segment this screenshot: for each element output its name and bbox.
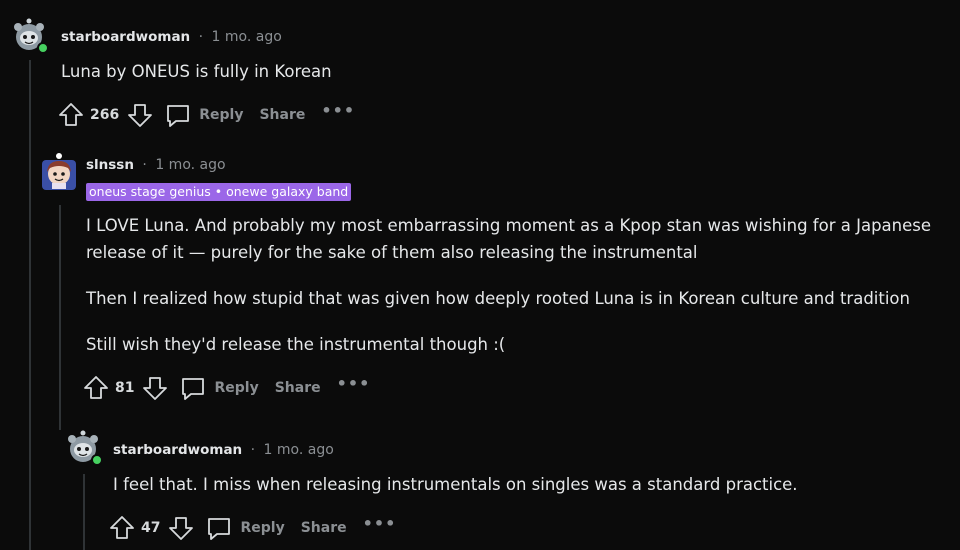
- reply-icon[interactable]: [180, 375, 206, 401]
- share-button[interactable]: Share: [301, 520, 347, 536]
- downvote-icon[interactable]: [168, 515, 194, 541]
- comment-body-paragraph: Then I realized how stupid that was give…: [86, 289, 910, 308]
- more-options-icon[interactable]: •••: [337, 376, 371, 392]
- share-button[interactable]: Share: [275, 380, 321, 396]
- snoo-avatar-icon: [42, 153, 76, 190]
- share-button[interactable]: Share: [259, 107, 305, 123]
- comment-meta: starboardwoman · 1 mo. ago: [113, 441, 334, 459]
- timestamp[interactable]: 1 mo. ago: [264, 442, 334, 458]
- username[interactable]: starboardwoman: [61, 29, 190, 45]
- comment-meta: slnssn · 1 mo. ago: [86, 156, 226, 174]
- comment-thread: starboardwoman · 1 mo. ago Luna by ONEUS…: [0, 0, 960, 550]
- avatar[interactable]: [10, 16, 48, 54]
- comment-body-paragraph: I feel that. I miss when releasing instr…: [113, 475, 798, 494]
- reply-button[interactable]: Reply: [199, 107, 243, 123]
- avatar[interactable]: [64, 428, 102, 466]
- comment-body-paragraph: Luna by ONEUS is fully in Korean: [61, 62, 332, 81]
- timestamp[interactable]: 1 mo. ago: [212, 29, 282, 45]
- reply-icon[interactable]: [165, 102, 191, 128]
- meta-separator: ·: [250, 442, 256, 458]
- upvote-icon[interactable]: [58, 102, 84, 128]
- thread-line[interactable]: [29, 60, 31, 550]
- meta-separator: ·: [142, 157, 147, 173]
- username[interactable]: starboardwoman: [113, 442, 242, 458]
- comment-body-paragraph: I LOVE Luna. And probably my most embarr…: [86, 216, 932, 235]
- reply-button[interactable]: Reply: [240, 520, 284, 536]
- user-flair: oneus stage genius • onewe galaxy band: [86, 183, 352, 201]
- meta-separator: ·: [198, 29, 204, 45]
- comment-actions: 266 Reply Share •••: [58, 101, 355, 129]
- snoo-avatar-icon: [68, 430, 102, 466]
- more-options-icon[interactable]: •••: [321, 103, 355, 119]
- comment-meta: starboardwoman · 1 mo. ago: [61, 28, 282, 46]
- upvote-icon[interactable]: [83, 375, 109, 401]
- snoo-avatar-icon: [14, 18, 48, 54]
- vote-score: 81: [115, 380, 135, 396]
- comment-body-paragraph: Still wish they'd release the instrument…: [86, 335, 506, 354]
- comment-body-paragraph: release of it — purely for the sake of t…: [86, 243, 698, 262]
- vote-score: 266: [90, 107, 120, 123]
- thread-line[interactable]: [83, 474, 85, 550]
- more-options-icon[interactable]: •••: [363, 516, 397, 532]
- downvote-icon[interactable]: [142, 375, 168, 401]
- reply-button[interactable]: Reply: [214, 380, 258, 396]
- reply-icon[interactable]: [206, 515, 232, 541]
- comment-actions: 81 Reply Share •••: [83, 374, 370, 402]
- timestamp[interactable]: 1 mo. ago: [155, 157, 225, 173]
- username[interactable]: slnssn: [86, 157, 134, 173]
- comment-actions: 47 Reply Share •••: [109, 514, 396, 542]
- vote-score: 47: [141, 520, 161, 536]
- downvote-icon[interactable]: [127, 102, 153, 128]
- avatar[interactable]: [40, 152, 78, 190]
- upvote-icon[interactable]: [109, 515, 135, 541]
- thread-line[interactable]: [59, 205, 61, 430]
